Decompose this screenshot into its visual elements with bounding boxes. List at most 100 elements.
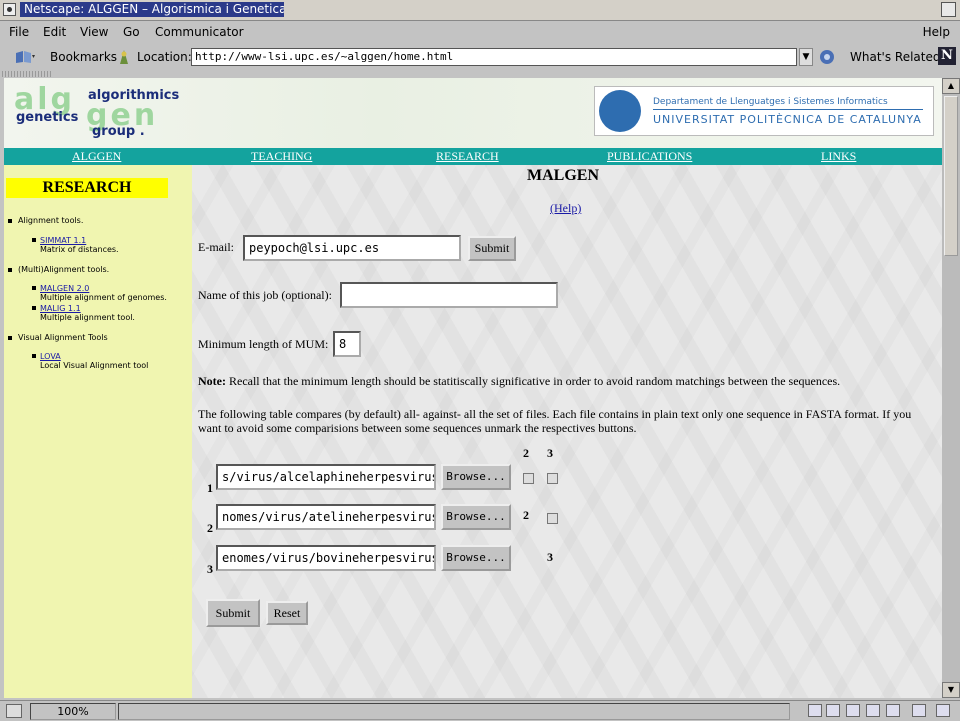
scroll-thumb[interactable] (944, 96, 958, 256)
main-content: MALGEN (Help) E-mail: peypoch@lsi.upc.es… (192, 165, 942, 698)
sidebar-category-multialignment: (Multi)Alignment tools. (8, 265, 109, 274)
help-link[interactable]: (Help) (550, 201, 581, 216)
browse-button[interactable]: Browse... (441, 545, 511, 571)
status-message (118, 703, 790, 720)
mail-icon[interactable] (826, 704, 840, 717)
alggen-logo[interactable]: alg gen algorithmics genetics group . (12, 82, 190, 142)
print-icon[interactable] (912, 704, 926, 717)
site-nav: ALGGEN TEACHING RESEARCH PUBLICATIONS LI… (4, 148, 942, 165)
browse-button[interactable]: Browse... (441, 464, 511, 490)
email-field[interactable]: peypoch@lsi.upc.es (243, 235, 461, 261)
row-number: 3 (207, 562, 213, 576)
sidebar-tool-link[interactable]: MALGEN 2.0 (40, 284, 167, 293)
nav-links[interactable]: LINKS (821, 149, 856, 164)
scroll-down-icon[interactable]: ▼ (942, 682, 960, 698)
window-titlebar: Netscape: ALGGEN – Algorismica i Genetic… (0, 0, 960, 21)
scroll-up-icon[interactable]: ▲ (942, 78, 960, 94)
url-input[interactable]: http://www-lsi.upc.es/~alggen/home.html (191, 48, 797, 66)
bookmarks-label[interactable]: Bookmarks (50, 50, 117, 64)
note-text: Note: Recall that the minimum length sho… (198, 374, 840, 389)
compare-checkbox-1-2[interactable] (523, 473, 534, 484)
sidebar-tool-simmat[interactable]: SIMMAT 1.1 Matrix of distances. (32, 236, 119, 254)
location-icon[interactable] (116, 48, 132, 66)
sidebar-tool-lova[interactable]: LOVA Local Visual Alignment tool (31, 352, 149, 370)
toolbar-grip[interactable] (2, 71, 52, 77)
menu-go[interactable]: Go (123, 25, 140, 39)
row-number: 1 (207, 481, 213, 495)
sidebar-tool-link[interactable]: LOVA (40, 352, 148, 361)
upc-seal-icon (599, 90, 641, 132)
note-body: Recall that the minimum length should be… (225, 374, 841, 388)
row-number: 2 (207, 521, 213, 535)
nav-teaching[interactable]: TEACHING (251, 149, 312, 164)
location-toolbar: Bookmarks Location: http://www-lsi.upc.e… (0, 44, 960, 70)
column-header-2: 2 (523, 446, 529, 460)
sidebar-tool-malgen[interactable]: MALGEN 2.0 Multiple alignment of genomes… (32, 284, 167, 302)
nav-research[interactable]: RESEARCH (436, 149, 499, 164)
sidebar: RESEARCH Alignment tools. SIMMAT 1.1 Mat… (4, 165, 192, 698)
navigator-icon[interactable] (808, 704, 822, 717)
diagonal-label: 2 (523, 508, 529, 522)
table-description: The following table compares (by default… (198, 407, 912, 435)
menu-help[interactable]: Help (923, 25, 950, 39)
location-label: Location: (137, 50, 192, 64)
nav-alggen[interactable]: ALGGEN (72, 149, 121, 164)
jobname-label: Name of this job (optional): (198, 288, 332, 302)
menubar: File Edit View Go Communicator Help (0, 21, 960, 43)
upc-university: UNIVERSITAT POLITÈCNICA DE CATALUNYA (653, 113, 922, 126)
whats-related-label[interactable]: What's Related (850, 50, 940, 64)
upc-banner[interactable]: Departament de Llenguatges i Sistemes In… (594, 86, 934, 136)
sidebar-category-visual: Visual Alignment Tools (8, 333, 108, 342)
address-book-icon[interactable] (886, 704, 900, 717)
submit-button[interactable]: Submit (206, 599, 260, 627)
window-title: Netscape: ALGGEN – Algorismica i Genetic… (20, 2, 284, 17)
sidebar-tool-desc: Local Visual Alignment tool (40, 361, 149, 370)
menu-edit[interactable]: Edit (43, 25, 66, 39)
upc-divider (653, 109, 923, 110)
menu-file[interactable]: File (9, 25, 29, 39)
sidebar-tool-desc: Matrix of distances. (40, 245, 119, 254)
jobname-field[interactable] (340, 282, 558, 308)
logo-group: group . (92, 124, 145, 139)
logo-algorithmics: algorithmics (88, 88, 180, 103)
compare-checkbox-1-3[interactable] (547, 473, 558, 484)
sidebar-heading: RESEARCH (6, 178, 168, 198)
whats-related-icon[interactable] (818, 48, 838, 66)
page-title: MALGEN (527, 167, 599, 184)
security-lock-icon[interactable] (6, 704, 22, 718)
sidebar-tool-desc: Multiple alignment of genomes. (40, 293, 167, 302)
sidebar-category-alignment: Alignment tools. (8, 216, 83, 225)
column-header-3: 3 (547, 446, 553, 460)
menu-communicator[interactable]: Communicator (155, 25, 244, 39)
email-submit-button[interactable]: Submit (468, 236, 516, 261)
logo-genetics: genetics (16, 110, 79, 125)
sidebar-tool-malig[interactable]: MALIG 1.1 Multiple alignment tool. (32, 304, 135, 322)
window-maximize-icon[interactable] (941, 2, 956, 17)
browse-button[interactable]: Browse... (441, 504, 511, 530)
activity-icon[interactable] (936, 704, 950, 717)
url-dropdown-icon[interactable]: ▼ (799, 48, 813, 66)
sidebar-tool-link[interactable]: MALIG 1.1 (40, 304, 135, 313)
diagonal-label: 3 (547, 550, 553, 564)
site-header: alg gen algorithmics genetics group . De… (4, 78, 942, 148)
bookmarks-icon[interactable] (14, 49, 36, 65)
sidebar-tool-desc: Multiple alignment tool. (40, 313, 135, 322)
sidebar-tool-link[interactable]: SIMMAT 1.1 (40, 236, 119, 245)
note-bold: Note: (198, 374, 226, 388)
composer-icon[interactable] (866, 704, 880, 717)
min-mum-field[interactable]: 8 (333, 331, 361, 357)
email-label: E-mail: (198, 240, 234, 254)
netscape-logo[interactable]: N (938, 47, 956, 65)
menu-view[interactable]: View (80, 25, 108, 39)
file-input[interactable]: s/virus/alcelaphineherpesvirus (216, 464, 436, 490)
min-mum-label: Minimum length of MUM: (198, 337, 329, 351)
file-input[interactable]: enomes/virus/bovineherpesvirus (216, 545, 436, 571)
reset-button[interactable]: Reset (266, 601, 308, 625)
file-input[interactable]: nomes/virus/atelineherpesvirus (216, 504, 436, 530)
window-menu-icon[interactable] (3, 3, 16, 16)
status-bar: 100% (0, 700, 960, 721)
compare-checkbox-2-3[interactable] (547, 513, 558, 524)
nav-publications[interactable]: PUBLICATIONS (607, 149, 692, 164)
discussions-icon[interactable] (846, 704, 860, 717)
vertical-scrollbar[interactable]: ▲ ▼ (942, 78, 960, 698)
